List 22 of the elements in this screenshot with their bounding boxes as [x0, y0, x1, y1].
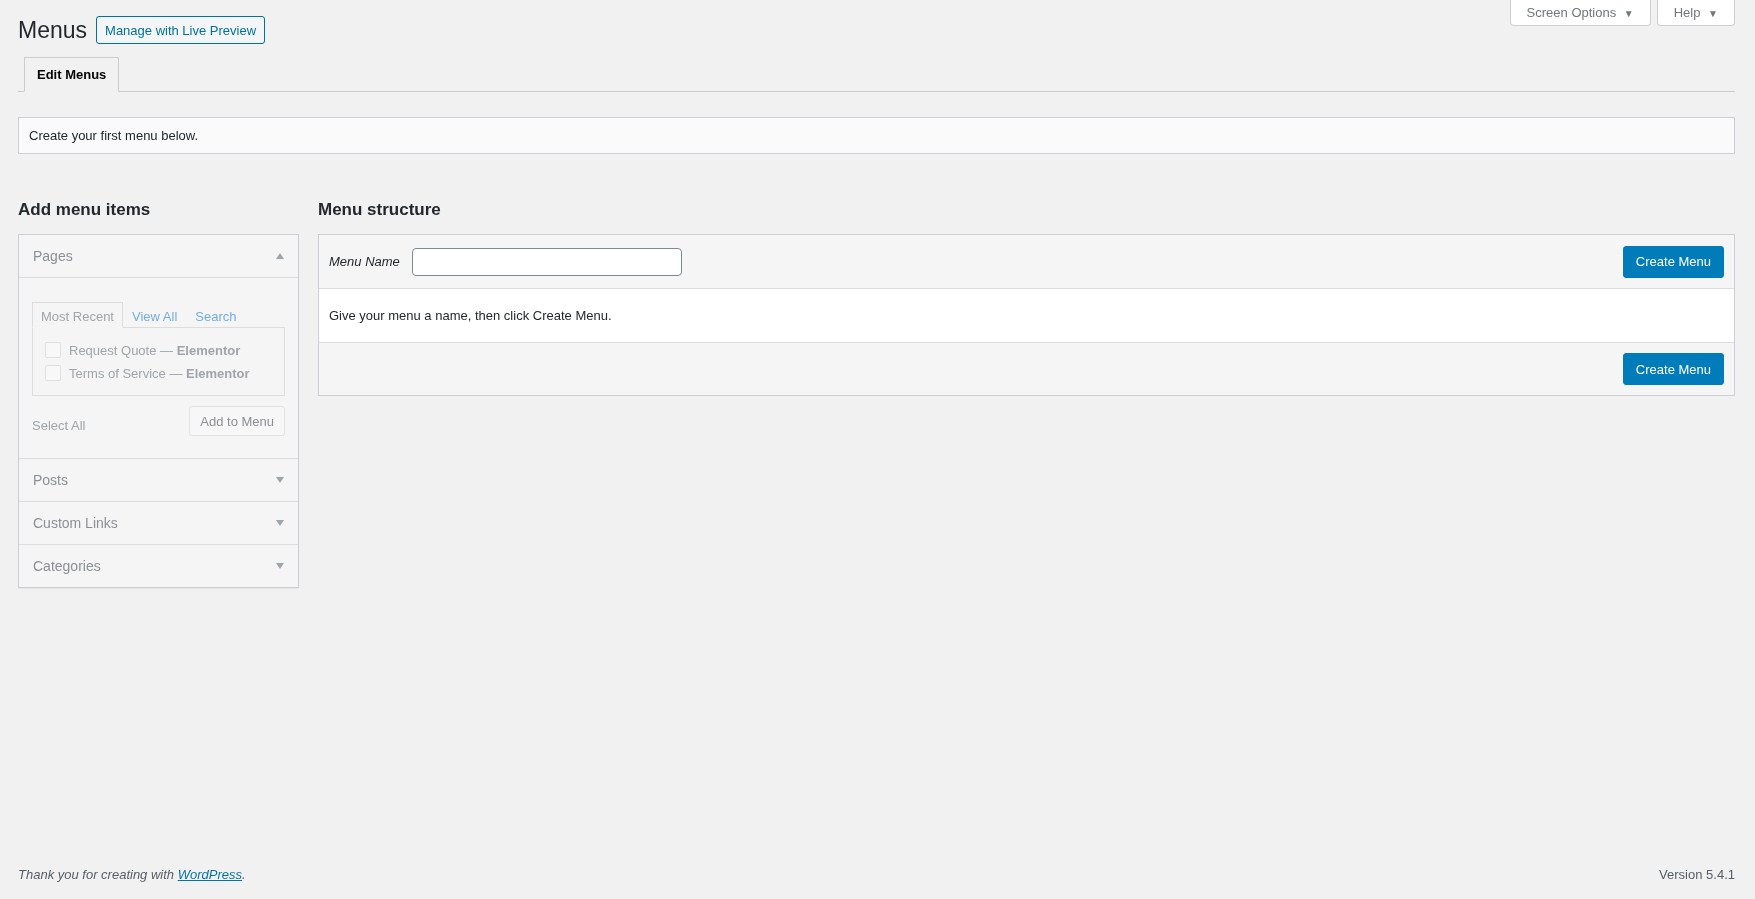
- create-menu-button[interactable]: Create Menu: [1622, 245, 1724, 278]
- screen-meta-toggle[interactable]: Help ▼: [1656, 0, 1735, 26]
- menu-name-label: Menu Name: [329, 254, 400, 269]
- page-item-label: Terms of Service — Elementor: [69, 365, 250, 381]
- create-menu-button[interactable]: Create Menu: [1622, 353, 1724, 385]
- expand-arrow-icon: [276, 477, 284, 483]
- wordpress-link[interactable]: WordPress: [177, 866, 242, 882]
- notice-text: Create your first menu below.: [29, 128, 199, 143]
- menu-name-field[interactable]: [411, 247, 682, 276]
- page-item-label: Request Quote — Elementor: [69, 342, 241, 358]
- footer-text: Thank you for creating with WordPress.: [18, 866, 246, 882]
- screen-meta-toggle[interactable]: Screen Options ▼: [1509, 0, 1651, 26]
- section-heading: Add menu items: [18, 200, 152, 220]
- collapse-arrow-icon: [276, 253, 284, 259]
- section-heading: Menu structure: [318, 200, 442, 220]
- expand-arrow-icon: [276, 520, 284, 526]
- page-title: Menus: [18, 16, 88, 44]
- instructions-text: Give your menu a name, then click Create Menu.: [329, 308, 612, 323]
- live-preview-button[interactable]: Manage with Live Preview: [96, 16, 266, 44]
- expand-arrow-icon: [276, 563, 284, 569]
- version-text: Version 5.4.1: [1659, 866, 1735, 882]
- nav-tab[interactable]: Edit Menus: [24, 57, 120, 92]
